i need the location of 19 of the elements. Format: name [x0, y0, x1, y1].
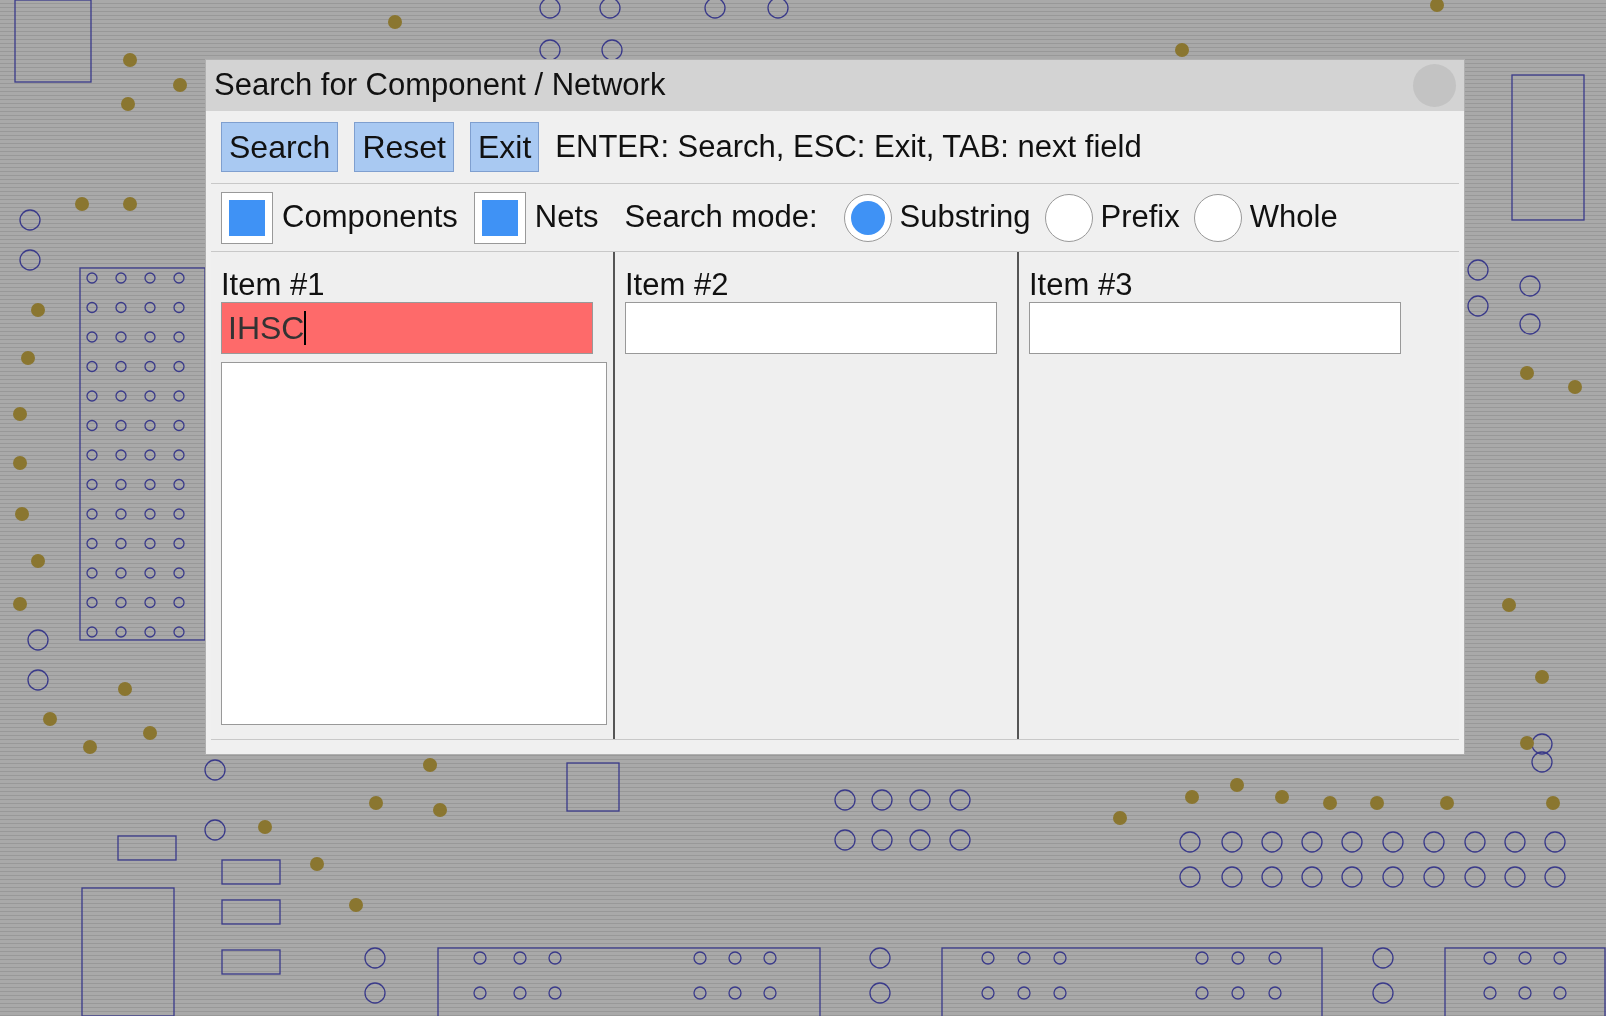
checkbox-label: Nets: [534, 198, 599, 237]
search-input[interactable]: [1029, 302, 1401, 354]
search-input[interactable]: IHSC: [221, 302, 593, 354]
radio-label: Substring: [899, 198, 1031, 237]
radio-label: Prefix: [1100, 198, 1180, 237]
toolbar-button[interactable]: Exit: [470, 122, 540, 172]
radio-label: Whole: [1249, 198, 1338, 237]
checkbox[interactable]: [221, 191, 273, 244]
search-input[interactable]: [625, 302, 997, 354]
search-mode-label: Search mode:: [624, 198, 818, 237]
item-label: Item #3: [1029, 266, 1134, 302]
checkbox-label: Components: [282, 198, 458, 237]
toolbar-button[interactable]: Search: [221, 122, 339, 172]
item-label: Item #2: [625, 266, 730, 302]
item-label: Item #1: [221, 266, 326, 302]
window-title: Search for Component / Network: [214, 66, 666, 105]
toolbar-button[interactable]: Reset: [354, 122, 454, 172]
checkbox[interactable]: [473, 191, 526, 244]
keyboard-hint: ENTER: Search, ESC: Exit, TAB: next field: [555, 127, 1142, 166]
